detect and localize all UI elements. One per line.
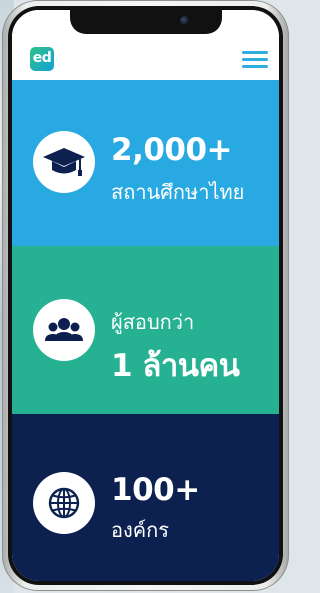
- phone-frame: ed 2,000+ สถานศึกษาไทย ผู้สอบกว่า 1 ล้าน…: [2, 0, 289, 591]
- menu-line: [242, 51, 268, 54]
- stat-section-institutions: 2,000+ สถานศึกษาไทย: [12, 80, 279, 246]
- menu-line: [242, 65, 268, 68]
- globe-icon: [48, 487, 80, 519]
- stat-value: 100+: [111, 472, 200, 508]
- icon-circle: [33, 299, 95, 361]
- ed-logo[interactable]: ed: [30, 47, 54, 71]
- front-camera: [180, 16, 189, 25]
- stat-value: 2,000+: [111, 132, 233, 168]
- phone-screen: ed 2,000+ สถานศึกษาไทย ผู้สอบกว่า 1 ล้าน…: [12, 10, 279, 581]
- stat-caption: สถานศึกษาไทย: [111, 180, 245, 204]
- stat-value: 1 ล้านคน: [111, 348, 240, 384]
- stat-caption: ผู้สอบกว่า: [111, 310, 195, 334]
- people-group-icon: [45, 318, 83, 341]
- stat-section-organizations: 100+ องค์กร: [12, 414, 279, 581]
- graduation-cap-icon: [43, 148, 85, 176]
- stat-section-test-takers: ผู้สอบกว่า 1 ล้านคน: [12, 246, 279, 414]
- phone-notch: [70, 10, 222, 34]
- menu-line: [242, 58, 268, 61]
- hamburger-menu-icon[interactable]: [242, 51, 268, 69]
- icon-circle: [33, 131, 95, 193]
- icon-circle: [33, 472, 95, 534]
- phone-bezel: ed 2,000+ สถานศึกษาไทย ผู้สอบกว่า 1 ล้าน…: [8, 6, 283, 585]
- stat-caption: องค์กร: [111, 518, 170, 542]
